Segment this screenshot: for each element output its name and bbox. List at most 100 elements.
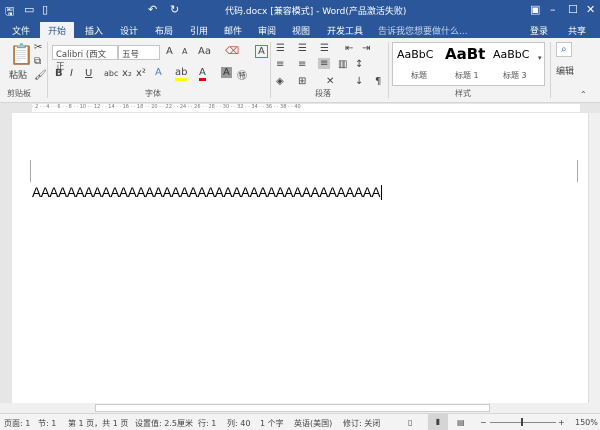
font-size-select[interactable]: 五号 [118, 45, 160, 60]
tab-references[interactable]: 引用 [190, 24, 208, 37]
decrease-indent-icon[interactable]: ⇤ [345, 43, 353, 54]
scroll-thumb[interactable] [95, 404, 490, 412]
superscript-button[interactable]: x² [136, 68, 146, 79]
status-section[interactable]: 节: 1 [38, 418, 56, 429]
zoom-out-button[interactable]: − [480, 418, 487, 427]
bold-button[interactable]: B [55, 68, 63, 79]
print-layout-icon[interactable]: ▮ [428, 414, 448, 430]
horizontal-scrollbar[interactable] [0, 403, 600, 413]
justify-icon[interactable]: ≡ [318, 58, 331, 69]
tab-view[interactable]: 视图 [292, 24, 310, 37]
title-bar: 🖫 ▭ ▯ ↶ ↻ 代码.docx [兼容模式] - Word(产品激活失败) … [0, 0, 600, 20]
status-language[interactable]: 英语(美国) [294, 418, 332, 429]
tab-mailings[interactable]: 邮件 [224, 24, 242, 37]
numbering-icon[interactable]: ☰ [298, 43, 307, 54]
paste-button[interactable]: 粘贴 [9, 68, 27, 81]
font-group-label: 字体 [145, 89, 161, 98]
increase-indent-icon[interactable]: ⇥ [362, 43, 370, 54]
tab-insert[interactable]: 插入 [85, 24, 103, 37]
status-row[interactable]: 行: 1 [198, 418, 216, 429]
vertical-scrollbar[interactable] [588, 113, 600, 403]
paragraph-group-label: 段落 [315, 89, 331, 98]
borders-icon[interactable]: ⊞ [298, 76, 306, 87]
multilevel-list-icon[interactable]: ☰ [320, 43, 329, 54]
document-text[interactable]: AAAAAAAAAAAAAAAAAAAAAAAAAAAAAAAAAAAAAAAA [32, 185, 383, 200]
status-col[interactable]: 列: 40 [227, 418, 250, 429]
collapse-ribbon-icon[interactable]: ⌃ [580, 90, 587, 99]
align-left-icon[interactable]: ≡ [276, 59, 284, 70]
subscript-button[interactable]: x₂ [122, 68, 132, 79]
tab-review[interactable]: 审阅 [258, 24, 276, 37]
minimize-button[interactable]: – [550, 3, 556, 16]
status-pages[interactable]: 第 1 页，共 1 页 [68, 418, 128, 429]
grow-font-icon[interactable]: A [166, 46, 173, 57]
zoom-level[interactable]: 150% [575, 418, 598, 427]
shrink-font-icon[interactable]: A [182, 47, 187, 56]
bullets-icon[interactable]: ☰ [276, 43, 285, 54]
tab-home[interactable]: 开始 [40, 22, 75, 38]
strikethrough-button[interactable]: abc [104, 69, 118, 78]
read-mode-icon[interactable]: ▯ [408, 418, 412, 427]
redo-icon[interactable]: ↻ [170, 3, 179, 16]
shading-icon[interactable]: ◈ [276, 76, 284, 87]
window-title: 代码.docx [兼容模式] - Word(产品激活失败) [225, 7, 407, 17]
find-icon[interactable]: ⌕ [556, 42, 572, 57]
status-setting[interactable]: 设置值: 2.5厘米 [135, 418, 193, 429]
style-normal[interactable]: AaBbC [397, 48, 433, 61]
style-label: 标题 [411, 71, 427, 80]
styles-gallery: AaBbC AaBt AaBbC 标题 标题 1 标题 3 [392, 42, 545, 86]
margin-mark [30, 160, 31, 182]
copy-icon[interactable]: ⧉ [34, 56, 41, 67]
distributed-icon[interactable]: ▥ [338, 59, 347, 70]
italic-button[interactable]: I [70, 68, 73, 79]
maximize-button[interactable]: ☐ [568, 3, 578, 16]
font-name-select[interactable]: Calibri (西文正 [52, 45, 118, 72]
document-page[interactable] [0, 113, 588, 403]
char-shading-icon[interactable]: A [221, 67, 232, 78]
style-heading3[interactable]: AaBbC [493, 48, 529, 61]
login-link[interactable]: 登录 [530, 24, 548, 37]
undo-icon[interactable]: ↶ [148, 3, 157, 16]
sort-icon[interactable]: ↓ [355, 76, 363, 87]
align-center-icon[interactable]: ≡ [298, 59, 306, 70]
underline-button[interactable]: U [85, 68, 92, 79]
styles-more-icon[interactable]: ▾ [538, 54, 542, 62]
char-border-icon[interactable]: A [255, 45, 268, 58]
zoom-in-button[interactable]: + [558, 418, 565, 427]
web-layout-icon[interactable]: ▤ [457, 418, 465, 427]
zoom-slider[interactable] [490, 422, 556, 423]
style-heading1[interactable]: AaBt [445, 45, 485, 63]
margin-mark [577, 160, 578, 182]
tab-file[interactable]: 文件 [12, 24, 30, 37]
tab-layout[interactable]: 布局 [155, 24, 173, 37]
ribbon-tabs: 文件 开始 插入 设计 布局 引用 邮件 审阅 视图 开发工具 告诉我您想要做什… [0, 20, 600, 38]
status-page[interactable]: 页面: 1 [4, 418, 30, 429]
status-words[interactable]: 1 个字 [260, 418, 284, 429]
enclose-char-icon[interactable]: ㊕ [237, 67, 247, 82]
new-icon[interactable]: ▯ [42, 3, 48, 16]
line-spacing-icon[interactable]: ↕ [355, 59, 363, 70]
cut-icon[interactable]: ✂ [34, 42, 42, 53]
open-icon[interactable]: ▭ [24, 3, 34, 16]
highlight-icon[interactable]: ab [175, 67, 188, 81]
close-button[interactable]: ✕ [586, 3, 595, 16]
change-case-icon[interactable]: Aa [198, 46, 211, 57]
status-bar: 页面: 1 节: 1 第 1 页，共 1 页 设置值: 2.5厘米 行: 1 列… [0, 413, 600, 430]
share-button[interactable]: 共享 [568, 24, 586, 37]
editing-button[interactable]: 编辑 [556, 64, 574, 77]
show-marks-icon[interactable]: ¶ [375, 76, 381, 87]
text-effects-icon[interactable]: A [155, 67, 162, 78]
tell-me-input[interactable]: 告诉我您想要做什么... [378, 24, 468, 37]
paste-icon[interactable]: 📋 [9, 42, 34, 66]
tab-developer[interactable]: 开发工具 [327, 24, 363, 37]
format-painter-icon[interactable]: 🖌 [34, 70, 47, 81]
ribbon-display-icon[interactable]: ▣ [530, 3, 540, 16]
vertical-ruler[interactable] [0, 113, 12, 403]
zoom-slider-thumb[interactable] [521, 418, 523, 426]
font-color-icon[interactable]: A [199, 67, 206, 81]
clear-format-icon[interactable]: ⌫ [225, 46, 239, 57]
horizontal-ruler[interactable]: · 2 · · 4 · · 6 · · 8 · · 10 · · 12 · · … [0, 103, 600, 113]
status-track-changes[interactable]: 修订: 关闭 [343, 418, 380, 429]
tab-design[interactable]: 设计 [120, 24, 138, 37]
chinese-layout-icon[interactable]: ✕ [326, 76, 334, 87]
